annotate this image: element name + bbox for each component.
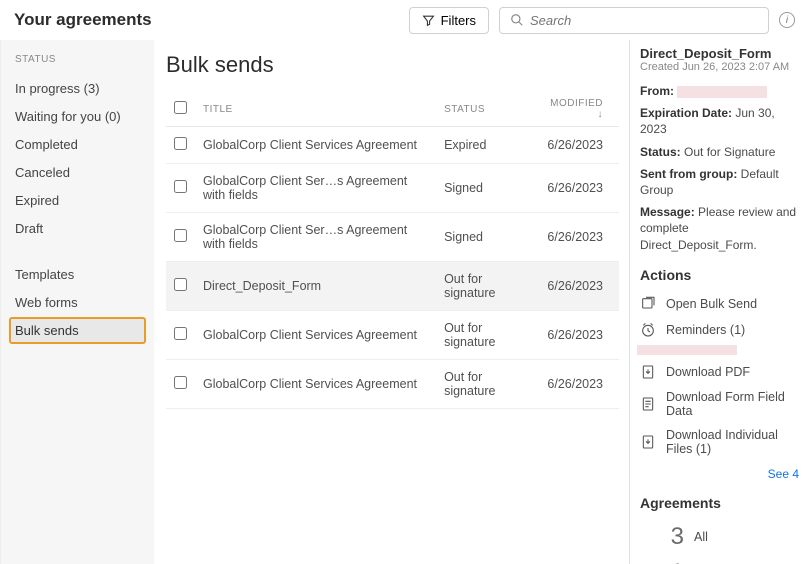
info-icon[interactable]: i [779,12,795,28]
redacted-action [637,345,737,355]
filters-button[interactable]: Filters [409,7,489,34]
sidebar: STATUS In progress (3) Waiting for you (… [0,40,154,564]
agreement-count-number: 1 [640,559,684,564]
sidebar-status-heading: STATUS [9,54,146,65]
sidebar-item-in-progress[interactable]: In progress (3) [9,75,146,102]
agreements-heading: Agreements [640,495,799,511]
col-modified[interactable]: MODIFIED↓ [534,92,619,127]
search-input[interactable] [530,13,758,28]
sidebar-item-bulksends[interactable]: Bulk sends [9,317,146,344]
actions-heading: Actions [640,267,799,283]
row-checkbox[interactable] [174,137,187,150]
col-status[interactable]: STATUS [436,92,534,127]
row-modified: 6/26/2023 [534,127,619,164]
row-checkbox[interactable] [174,278,187,291]
top-bar: Your agreements Filters i [0,0,809,40]
agreement-count-number: 3 [640,523,684,551]
detail-expiration: Expiration Date: Jun 30, 2023 [640,105,799,137]
row-title: GlobalCorp Client Services Agreement [195,127,436,164]
table-row[interactable]: GlobalCorp Client Services AgreementOut … [166,311,619,360]
open-icon [640,296,656,312]
row-checkbox[interactable] [174,376,187,389]
search-icon [510,13,524,27]
agreement-count-row[interactable]: 1In Progress [640,555,799,564]
row-checkbox[interactable] [174,327,187,340]
download-files-icon [640,434,656,450]
row-title: GlobalCorp Client Services Agreement [195,360,436,409]
row-modified: 6/26/2023 [534,262,619,311]
sidebar-item-webforms[interactable]: Web forms [9,289,146,316]
sidebar-item-expired[interactable]: Expired [9,187,146,214]
table-row[interactable]: GlobalCorp Client Services AgreementOut … [166,360,619,409]
agreements-table: TITLE STATUS MODIFIED↓ GlobalCorp Client… [166,92,619,409]
agreement-count-label: All [694,530,708,544]
row-checkbox[interactable] [174,180,187,193]
action-download-form-data[interactable]: Download Form Field Data [640,385,799,423]
download-data-icon [640,396,656,412]
detail-title: Direct_Deposit_Form [640,46,799,61]
row-modified: 6/26/2023 [534,164,619,213]
row-status: Out for signature [436,360,534,409]
sort-arrow-icon: ↓ [598,109,604,120]
filter-icon [422,14,435,27]
detail-from: From: [640,83,799,99]
table-row[interactable]: Direct_Deposit_FormOut for signature6/26… [166,262,619,311]
row-status: Expired [436,127,534,164]
action-download-individual[interactable]: Download Individual Files (1) [640,423,799,461]
row-title: GlobalCorp Client Ser…s Agreement with f… [195,213,436,262]
sidebar-item-draft[interactable]: Draft [9,215,146,242]
redacted-from [677,86,767,98]
row-status: Signed [436,164,534,213]
action-download-pdf[interactable]: Download PDF [640,359,799,385]
sidebar-item-templates[interactable]: Templates [9,261,146,288]
row-status: Out for signature [436,311,534,360]
row-title: Direct_Deposit_Form [195,262,436,311]
main-content: Bulk sends TITLE STATUS MODIFIED↓ Global… [154,40,629,564]
col-title[interactable]: TITLE [195,92,436,127]
row-title: GlobalCorp Client Services Agreement [195,311,436,360]
detail-created: Created Jun 26, 2023 2:07 AM [640,61,799,73]
select-all-checkbox[interactable] [174,101,187,114]
row-status: Out for signature [436,262,534,311]
search-box[interactable] [499,7,769,34]
sidebar-item-waiting[interactable]: Waiting for you (0) [9,103,146,130]
table-row[interactable]: GlobalCorp Client Ser…s Agreement with f… [166,164,619,213]
row-modified: 6/26/2023 [534,311,619,360]
detail-group: Sent from group: Default Group [640,166,799,198]
table-row[interactable]: GlobalCorp Client Ser…s Agreement with f… [166,213,619,262]
agreement-count-row[interactable]: 3 All [640,519,799,555]
clock-icon [640,322,656,338]
detail-status: Status: Out for Signature [640,144,799,160]
row-status: Signed [436,213,534,262]
row-checkbox[interactable] [174,229,187,242]
download-pdf-icon [640,364,656,380]
table-row[interactable]: GlobalCorp Client Services AgreementExpi… [166,127,619,164]
row-modified: 6/26/2023 [534,213,619,262]
page-title: Your agreements [14,10,409,30]
details-panel: Direct_Deposit_Form Created Jun 26, 2023… [629,40,809,564]
detail-message: Message: Please review and complete Dire… [640,204,799,253]
action-reminders[interactable]: Reminders (1) [640,317,799,343]
sidebar-item-completed[interactable]: Completed [9,131,146,158]
see-more-link[interactable]: See 4 [640,467,799,481]
action-open-bulk-send[interactable]: Open Bulk Send [640,291,799,317]
main-title: Bulk sends [166,52,619,78]
row-title: GlobalCorp Client Ser…s Agreement with f… [195,164,436,213]
row-modified: 6/26/2023 [534,360,619,409]
sidebar-item-canceled[interactable]: Canceled [9,159,146,186]
